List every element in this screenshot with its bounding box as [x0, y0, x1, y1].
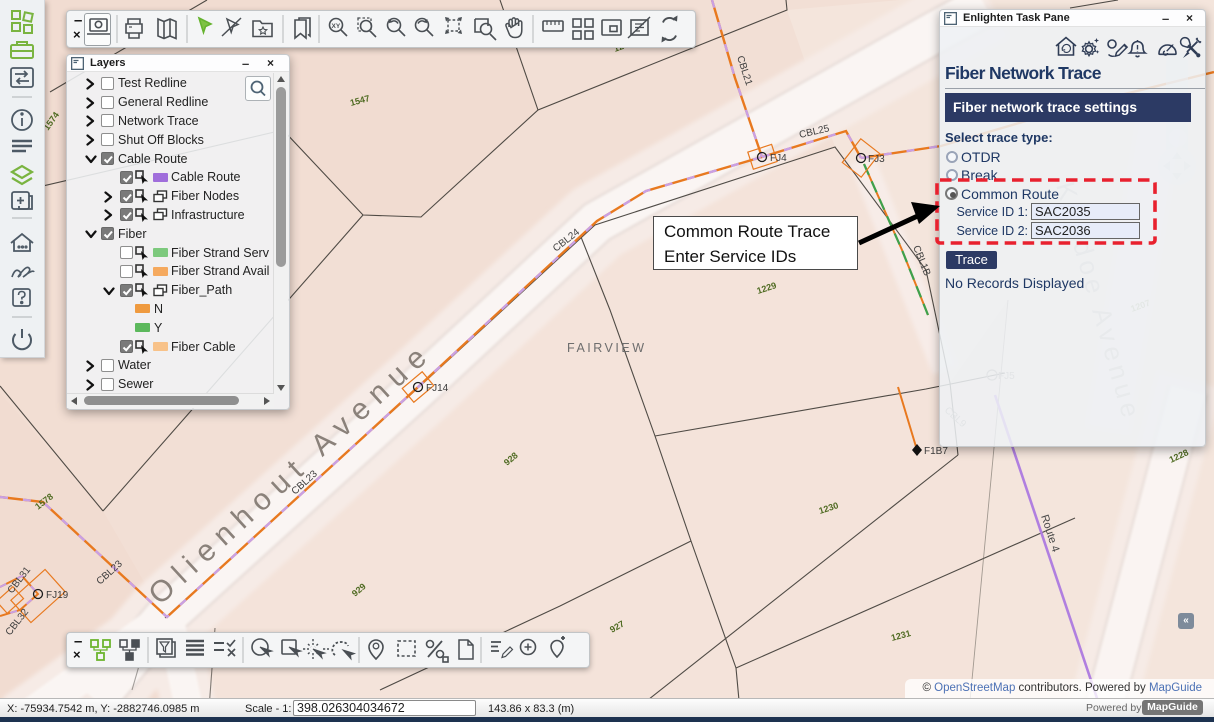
svg-text:FJ4: FJ4 [770, 153, 787, 164]
svg-text:XY: XY [332, 23, 341, 30]
svg-text:FAIRVIEW: FAIRVIEW [567, 341, 647, 355]
svg-text:FJ19: FJ19 [46, 590, 69, 601]
svg-text:F1B7: F1B7 [924, 446, 948, 457]
svg-text:FJ14: FJ14 [426, 383, 449, 394]
svg-text:FJ3: FJ3 [868, 154, 885, 165]
